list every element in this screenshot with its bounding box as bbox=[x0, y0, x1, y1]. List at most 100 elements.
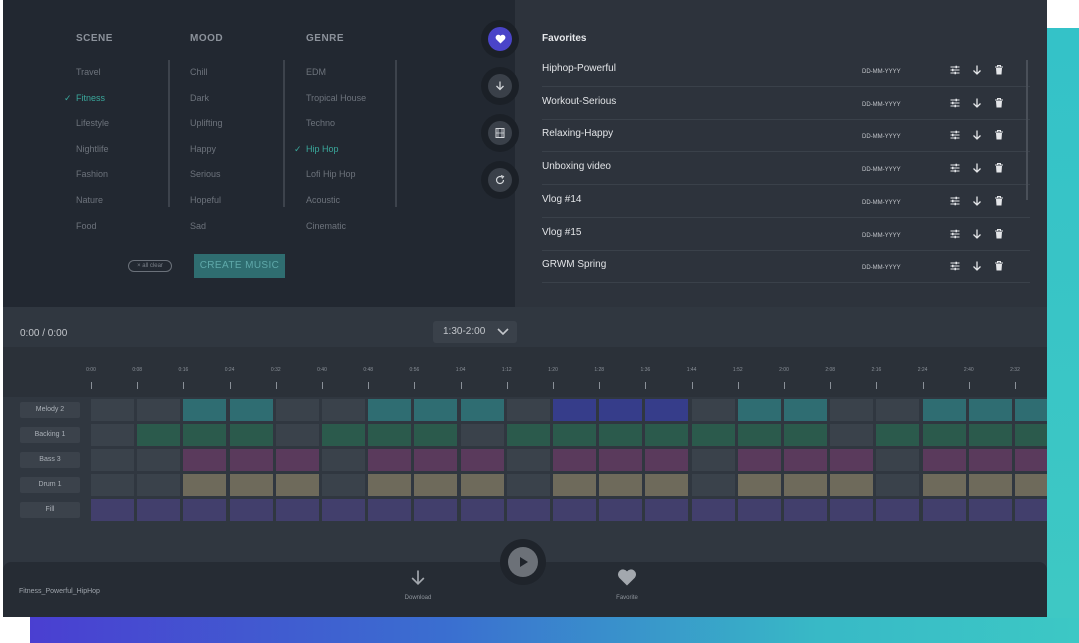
scene-option-nightlife[interactable]: Nightlife bbox=[76, 137, 113, 163]
time-ruler[interactable]: 0:00 0:08 0:16 0:24 0:32 0:40 0:48 0:56 1:04 1:12… bbox=[3, 347, 1047, 397]
track-cell[interactable] bbox=[229, 449, 273, 471]
track-cell[interactable] bbox=[414, 449, 458, 471]
favorites-scrollbar[interactable] bbox=[1026, 60, 1028, 200]
track-cell[interactable] bbox=[137, 499, 181, 521]
track-cell[interactable] bbox=[229, 424, 273, 446]
track-cell[interactable] bbox=[1015, 449, 1047, 471]
download-icon[interactable] bbox=[971, 260, 983, 272]
genre-option-edm[interactable]: EDM bbox=[306, 60, 366, 86]
mood-option-uplifting[interactable]: Uplifting bbox=[190, 111, 223, 137]
track-cell[interactable] bbox=[1015, 424, 1047, 446]
track-cell[interactable] bbox=[876, 449, 920, 471]
track-cell[interactable] bbox=[830, 449, 874, 471]
track-cell[interactable] bbox=[183, 449, 227, 471]
track-cell[interactable] bbox=[91, 424, 134, 446]
track-cell[interactable] bbox=[645, 499, 689, 521]
download-icon[interactable] bbox=[971, 129, 983, 141]
all-clear-button[interactable]: × all clear bbox=[128, 260, 172, 272]
track-cell[interactable] bbox=[414, 474, 458, 496]
downloads-tab[interactable] bbox=[481, 67, 519, 105]
track-cell[interactable] bbox=[599, 449, 643, 471]
track-cell[interactable] bbox=[737, 449, 781, 471]
track-cell[interactable] bbox=[183, 499, 227, 521]
trash-icon[interactable] bbox=[993, 129, 1005, 141]
track-cell[interactable] bbox=[599, 399, 643, 421]
sliders-icon[interactable] bbox=[949, 162, 961, 174]
favorite-button[interactable]: Favorite bbox=[602, 568, 652, 601]
trash-icon[interactable] bbox=[993, 195, 1005, 207]
track-cell[interactable] bbox=[830, 399, 874, 421]
genre-option-cinematic[interactable]: Cinematic bbox=[306, 214, 366, 240]
track-cell[interactable] bbox=[229, 399, 273, 421]
track-cell[interactable] bbox=[91, 449, 134, 471]
track-cell[interactable] bbox=[91, 499, 134, 521]
track-cell[interactable] bbox=[368, 474, 412, 496]
track-cell[interactable] bbox=[368, 499, 412, 521]
download-icon[interactable] bbox=[971, 162, 983, 174]
track-cell[interactable] bbox=[922, 424, 966, 446]
track-cell[interactable] bbox=[645, 474, 689, 496]
sliders-icon[interactable] bbox=[949, 97, 961, 109]
track-cell[interactable] bbox=[460, 399, 504, 421]
track-cell[interactable] bbox=[645, 399, 689, 421]
favorite-row[interactable]: Vlog #14 DD-MM-YYYY bbox=[542, 186, 1030, 218]
track-cell[interactable] bbox=[460, 449, 504, 471]
video-tab[interactable] bbox=[481, 114, 519, 152]
create-music-button[interactable]: CREATE MUSIC bbox=[194, 254, 285, 278]
track-cell[interactable] bbox=[506, 474, 550, 496]
genre-option-tropical-house[interactable]: Tropical House bbox=[306, 86, 366, 112]
track-cell[interactable] bbox=[91, 474, 134, 496]
track-cell[interactable] bbox=[183, 474, 227, 496]
track-cell[interactable] bbox=[229, 474, 273, 496]
trash-icon[interactable] bbox=[993, 228, 1005, 240]
track-cell[interactable] bbox=[922, 474, 966, 496]
track-cell[interactable] bbox=[784, 424, 827, 446]
track-cell[interactable] bbox=[737, 499, 781, 521]
trash-icon[interactable] bbox=[993, 97, 1005, 109]
favorite-row[interactable]: Hiphop-Powerful DD-MM-YYYY bbox=[542, 55, 1030, 87]
sliders-icon[interactable] bbox=[949, 260, 961, 272]
track-cell[interactable] bbox=[553, 399, 596, 421]
track-cell[interactable] bbox=[414, 424, 458, 446]
track-cell[interactable] bbox=[322, 424, 365, 446]
track-cell[interactable] bbox=[645, 424, 689, 446]
trash-icon[interactable] bbox=[993, 64, 1005, 76]
mood-option-hopeful[interactable]: Hopeful bbox=[190, 188, 223, 214]
sliders-icon[interactable] bbox=[949, 129, 961, 141]
track-cell[interactable] bbox=[784, 474, 827, 496]
track-cell[interactable] bbox=[876, 424, 920, 446]
scene-option-nature[interactable]: Nature bbox=[76, 188, 113, 214]
track-cell[interactable] bbox=[876, 474, 920, 496]
track-cell[interactable] bbox=[968, 499, 1012, 521]
trash-icon[interactable] bbox=[993, 162, 1005, 174]
track-cell[interactable] bbox=[322, 449, 365, 471]
track-cell[interactable] bbox=[1015, 499, 1047, 521]
track-cell[interactable] bbox=[737, 399, 781, 421]
scene-option-fashion[interactable]: Fashion bbox=[76, 162, 113, 188]
track-cell[interactable] bbox=[322, 499, 365, 521]
track-cell[interactable] bbox=[275, 499, 319, 521]
sliders-icon[interactable] bbox=[949, 64, 961, 76]
sliders-icon[interactable] bbox=[949, 195, 961, 207]
track-cell[interactable] bbox=[506, 449, 550, 471]
scene-option-travel[interactable]: Travel bbox=[76, 60, 113, 86]
scene-option-lifestyle[interactable]: Lifestyle bbox=[76, 111, 113, 137]
track-cell[interactable] bbox=[830, 474, 874, 496]
mood-option-serious[interactable]: Serious bbox=[190, 162, 223, 188]
track-cell[interactable] bbox=[137, 399, 181, 421]
track-cell[interactable] bbox=[229, 499, 273, 521]
track-cell[interactable] bbox=[599, 424, 643, 446]
mood-option-sad[interactable]: Sad bbox=[190, 214, 223, 240]
trash-icon[interactable] bbox=[993, 260, 1005, 272]
play-button[interactable] bbox=[500, 539, 546, 585]
track-cell[interactable] bbox=[784, 499, 827, 521]
track-cell[interactable] bbox=[322, 399, 365, 421]
track-cell[interactable] bbox=[506, 499, 550, 521]
track-cell[interactable] bbox=[691, 424, 735, 446]
track-cell[interactable] bbox=[830, 499, 874, 521]
track-cell[interactable] bbox=[368, 424, 412, 446]
mood-option-dark[interactable]: Dark bbox=[190, 86, 223, 112]
history-tab[interactable] bbox=[481, 161, 519, 199]
favorite-row[interactable]: Workout-Serious DD-MM-YYYY bbox=[542, 88, 1030, 120]
track-cell[interactable] bbox=[460, 474, 504, 496]
